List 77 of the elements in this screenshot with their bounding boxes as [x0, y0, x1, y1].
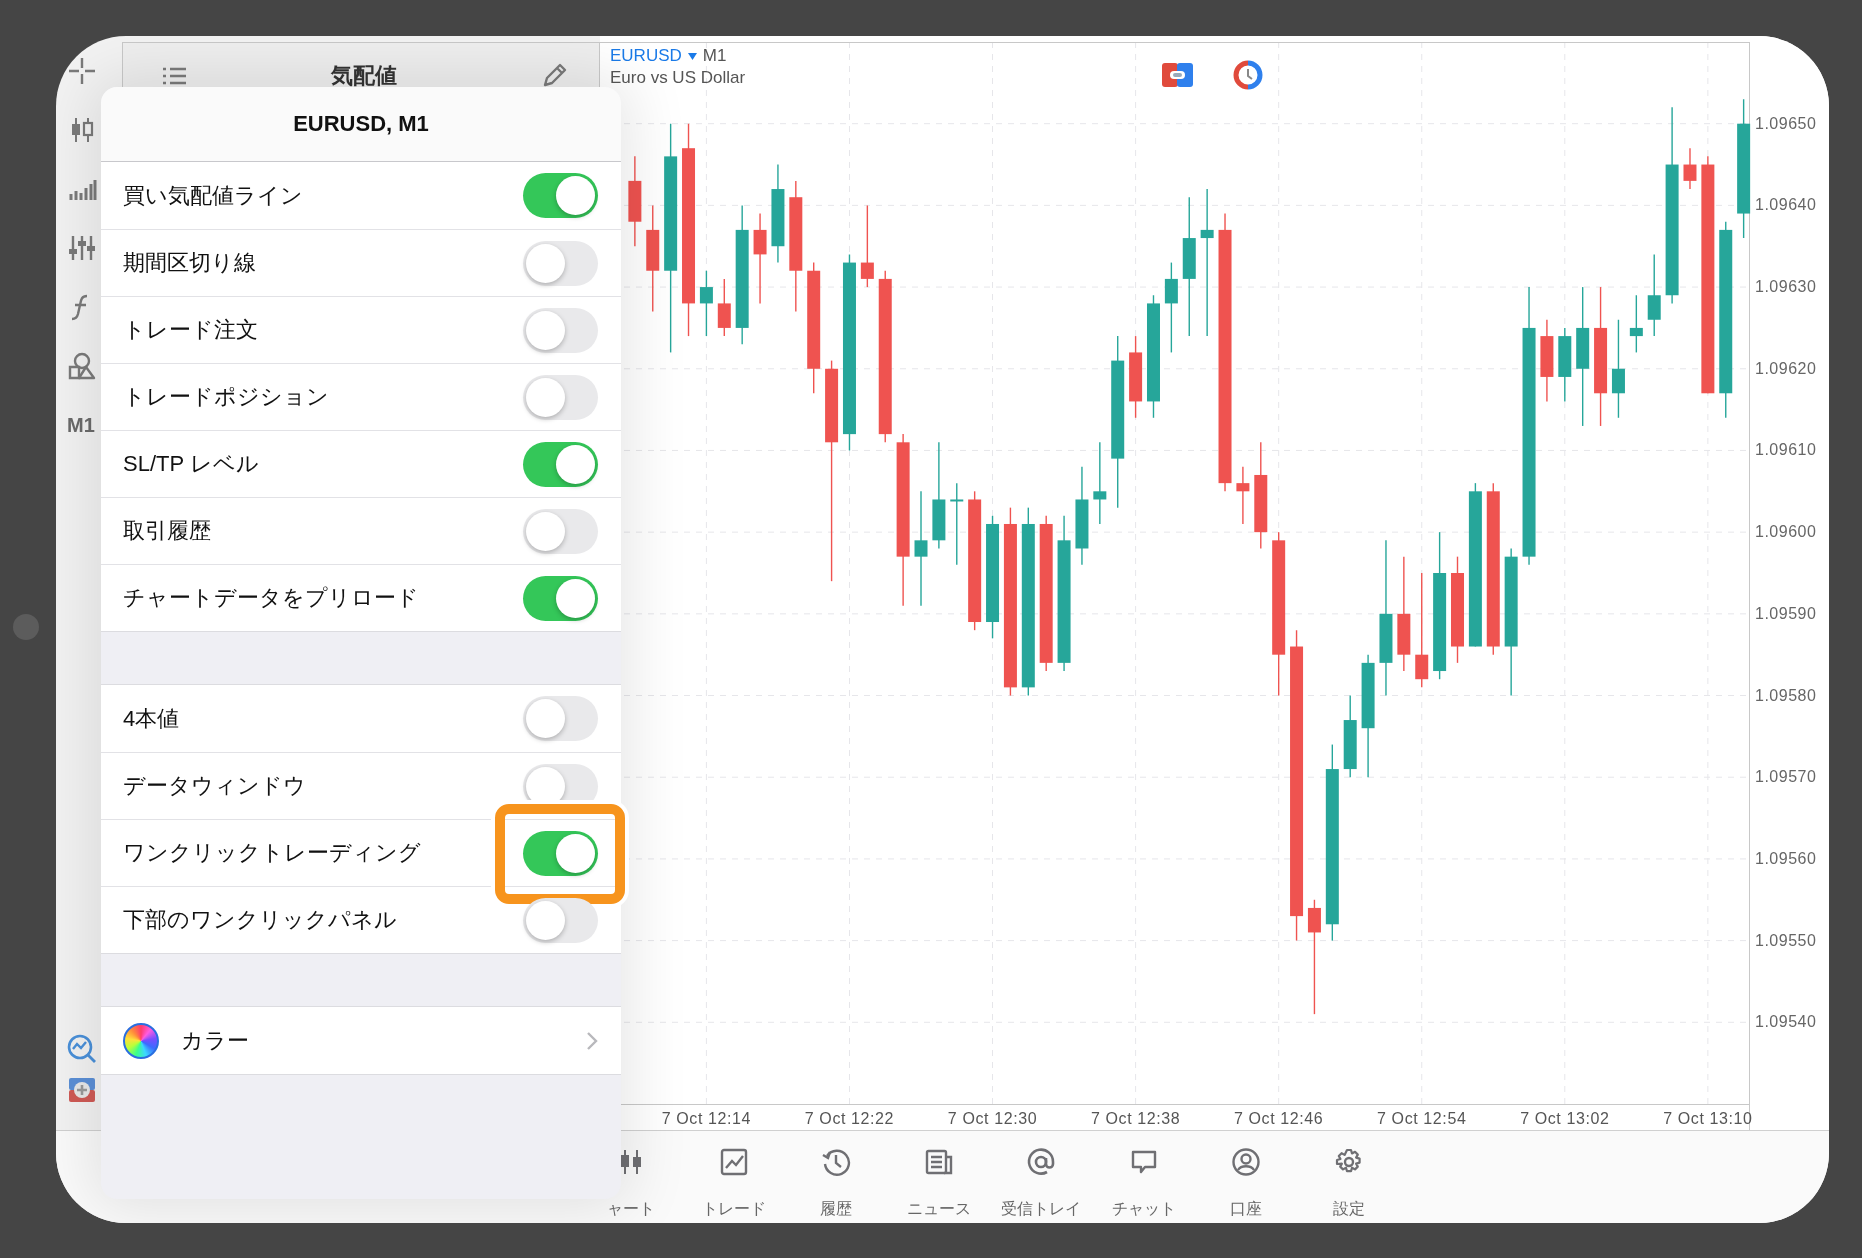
at-sign-icon	[1026, 1147, 1057, 1177]
color-wheel-icon	[123, 1022, 159, 1059]
candle	[1629, 294, 1643, 354]
price-label: 1.09610	[1755, 441, 1817, 459]
toggle-switch[interactable]	[523, 696, 598, 741]
price-label: 1.09650	[1755, 114, 1817, 132]
toggle-switch[interactable]	[523, 575, 598, 621]
setting-label: SL/TP レベル	[123, 450, 260, 478]
sliders-icon[interactable]	[67, 233, 97, 263]
tab-bar-item[interactable]: 口座	[1195, 1131, 1298, 1223]
toggle-switch[interactable]	[523, 897, 598, 943]
setting-label: 下部のワンクリックパネル	[123, 906, 398, 934]
symbol-description: Euro vs US Dollar	[610, 68, 746, 88]
tab-bar-item[interactable]: 設定	[1297, 1131, 1400, 1223]
setting-label: 4本値	[123, 704, 181, 733]
time-label: 7 Oct 12:14	[661, 1110, 752, 1127]
clock-indicator-icon[interactable]	[1233, 60, 1263, 90]
add-chart-icon[interactable]	[67, 1075, 97, 1105]
toggle-switch[interactable]	[523, 441, 598, 487]
line-chart-icon	[718, 1147, 749, 1177]
price-label: 1.09590	[1755, 604, 1817, 622]
toggle-switch[interactable]	[523, 508, 598, 554]
tab-bar-item[interactable]: 受信トレイ	[990, 1131, 1093, 1223]
newspaper-icon	[923, 1147, 954, 1177]
chevron-right-icon	[586, 1030, 598, 1051]
setting-label: 取引履歴	[123, 517, 212, 545]
setting-label: チャートデータをプリロード	[123, 584, 420, 612]
popover-title: EURUSD, M1	[293, 111, 429, 137]
crosshair-icon[interactable]	[67, 56, 97, 86]
caret-icon[interactable]	[687, 52, 697, 60]
shapes-icon[interactable]	[67, 351, 97, 381]
candle	[1236, 466, 1250, 525]
setting-label: カラー	[181, 1026, 250, 1055]
symbol-name[interactable]: EURUSD	[610, 46, 682, 66]
setting-label: トレード注文	[123, 316, 259, 344]
tab-bar-item[interactable]: ャート	[580, 1131, 683, 1223]
account-icon	[1231, 1147, 1262, 1177]
price-label: 1.09630	[1755, 278, 1817, 296]
price-label: 1.09550	[1755, 931, 1817, 949]
toggle-switch[interactable]	[523, 374, 598, 420]
price-label: 1.09560	[1755, 849, 1817, 867]
toggle-switch[interactable]	[523, 830, 598, 876]
history-icon	[821, 1147, 852, 1177]
candle	[717, 278, 731, 337]
candle	[699, 270, 713, 337]
setting-label: 買い気配値ライン	[123, 181, 304, 210]
candle	[1683, 147, 1697, 190]
price-label: 1.09640	[1755, 196, 1817, 214]
time-label: 7 Oct 12:54	[1377, 1110, 1467, 1127]
timeframe-label: M1	[702, 46, 727, 66]
price-label: 1.09540	[1755, 1013, 1817, 1031]
toggle-switch[interactable]	[523, 240, 598, 286]
time-label: 7 Oct 12:30	[947, 1110, 1038, 1127]
tab-bar-item[interactable]: チャット	[1092, 1131, 1195, 1223]
setting-label: データウィンドウ	[123, 772, 307, 800]
time-label: 7 Oct 12:38	[1090, 1110, 1181, 1127]
tab-bar-item[interactable]: ニュース	[887, 1131, 990, 1223]
time-label: 7 Oct 12:46	[1234, 1110, 1324, 1127]
price-label: 1.09570	[1755, 768, 1817, 786]
toggle-switch[interactable]	[523, 173, 598, 218]
price-label: 1.09600	[1755, 523, 1817, 541]
tab-bar-item[interactable]: トレード	[682, 1131, 785, 1223]
setting-label: 期間区切り線	[123, 249, 257, 277]
panel-title: 気配値	[331, 62, 397, 90]
one-click-trading-icon[interactable]	[1162, 63, 1193, 87]
toggle-switch[interactable]	[523, 307, 598, 353]
price-label: 1.09620	[1755, 359, 1817, 377]
chart-search-icon[interactable]	[67, 1034, 97, 1064]
time-label: 7 Oct 13:10	[1663, 1110, 1753, 1127]
setting-label: ワンクリックトレーディング	[123, 839, 422, 867]
color-setting-row[interactable]: カラー	[101, 1007, 621, 1074]
time-label: 7 Oct 13:02	[1520, 1110, 1610, 1127]
timeframe-button[interactable]: M1	[67, 410, 95, 440]
price-label: 1.09580	[1755, 686, 1817, 704]
tab-bar-item[interactable]: 履歴	[785, 1131, 888, 1223]
setting-label: トレードポジション	[123, 383, 330, 411]
time-label: 7 Oct 12:22	[804, 1110, 895, 1127]
